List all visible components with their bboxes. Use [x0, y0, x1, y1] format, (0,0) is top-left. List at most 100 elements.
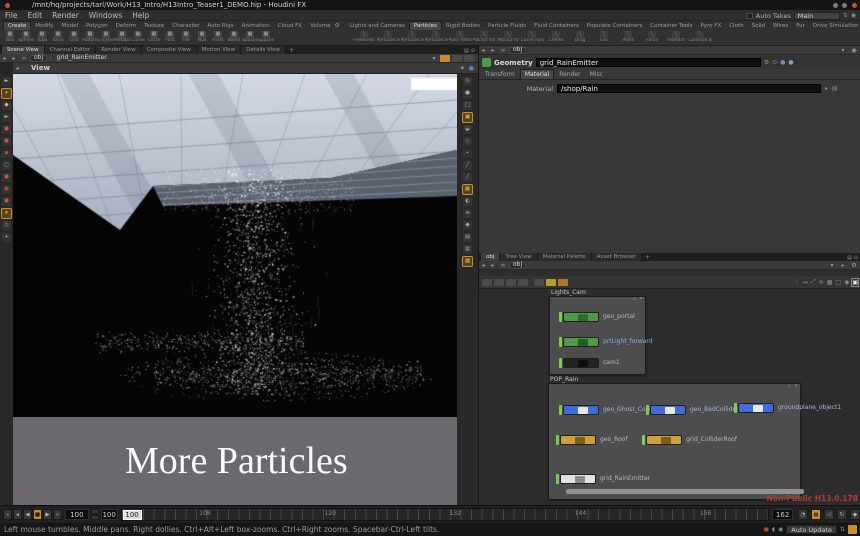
- points-display-icon[interactable]: ∙: [463, 149, 472, 158]
- node-flag[interactable]: [646, 405, 649, 415]
- realtime-toggle-icon[interactable]: ◔: [798, 509, 808, 520]
- pane-tab[interactable]: Composite View: [142, 46, 197, 54]
- shelf-tool[interactable]: ╲ Force: [640, 31, 664, 43]
- material-parm-field[interactable]: /shop/Rain: [557, 84, 821, 93]
- pane-tab[interactable]: obj: [481, 253, 500, 261]
- path-context-chip[interactable]: obj: [509, 47, 526, 54]
- net-gear-icon[interactable]: ⚙: [850, 262, 858, 269]
- group-list-icon[interactable]: ≡: [463, 209, 472, 218]
- normals-display-icon[interactable]: ╱: [463, 161, 472, 170]
- state-icon-d[interactable]: ◎: [2, 221, 11, 230]
- viewport-world-icon[interactable]: ●: [469, 65, 474, 72]
- timeline-ruler[interactable]: 100 108120132144156: [121, 508, 770, 521]
- shelf-tool[interactable]: ▦ L-system: [98, 31, 114, 43]
- shelf-tool[interactable]: ▦ Blend: [226, 31, 242, 43]
- param-tab[interactable]: Material: [520, 69, 554, 79]
- shelf-tool[interactable]: ▦ Metaball: [114, 31, 130, 43]
- menu-item[interactable]: File: [0, 11, 23, 20]
- pane-tab[interactable]: Material Palette: [538, 253, 592, 261]
- edit-state-icon[interactable]: ▪: [2, 149, 11, 158]
- net-wave-icon[interactable]: ≋: [819, 279, 824, 286]
- take-spinner-icon[interactable]: ⇅: [843, 12, 848, 19]
- shelf-tab[interactable]: Modify: [31, 22, 57, 30]
- shelf-tool[interactable]: ╲ Fan: [592, 31, 616, 43]
- path-dropdown-icon[interactable]: ▾: [828, 262, 836, 269]
- net-color-yellow-icon[interactable]: [546, 279, 556, 286]
- snap-state-icon[interactable]: ○: [2, 161, 11, 170]
- select-tool-icon[interactable]: ►: [2, 113, 11, 122]
- quality-icon[interactable]: ◇: [463, 137, 472, 146]
- sculpt-state-icon[interactable]: ●: [2, 137, 11, 146]
- menu-item[interactable]: Render: [47, 11, 84, 20]
- material-open-icon[interactable]: ▤: [832, 85, 838, 92]
- net-snapshot-icon[interactable]: [534, 279, 544, 286]
- snapshot-icon[interactable]: ▤: [463, 233, 472, 242]
- shelf-tool[interactable]: ╲ Comet: [544, 31, 568, 43]
- param-tab[interactable]: Misc: [586, 70, 607, 79]
- param-crosshair-icon[interactable]: ⊙: [772, 59, 777, 66]
- shelf-tool[interactable]: ╲ Interact: [664, 31, 688, 43]
- shelf-tool[interactable]: ▦ Platonic: [82, 31, 98, 43]
- display-options-icon[interactable]: ▩: [463, 257, 472, 266]
- net-zoomsel-icon[interactable]: ⤢: [811, 278, 816, 286]
- shelf-tab[interactable]: Character: [168, 22, 203, 30]
- shelf-tool[interactable]: ╲ Particles B: [376, 31, 400, 43]
- shelf-tool[interactable]: ▦ Spaceshi: [242, 31, 258, 43]
- cook-indicator-icon[interactable]: ◉: [778, 526, 783, 533]
- pin-icon[interactable]: ◉: [850, 47, 858, 54]
- frame-inc-button[interactable]: [91, 509, 99, 514]
- material-display-icon[interactable]: ◆: [463, 221, 472, 230]
- node-tile[interactable]: [738, 403, 774, 413]
- shelf-tab[interactable]: Polygon: [82, 22, 112, 30]
- node-tile[interactable]: [560, 474, 596, 484]
- shelf-tool[interactable]: ╲ Attract fro: [472, 31, 496, 43]
- view-tool-icon[interactable]: ►: [2, 77, 11, 86]
- node-tile[interactable]: [560, 435, 596, 445]
- pane-split-icon[interactable]: ▤: [847, 255, 852, 261]
- current-frame-field[interactable]: 100: [65, 509, 89, 520]
- shelf-tab[interactable]: Drive Simulation: [809, 22, 860, 30]
- stop-button[interactable]: ■: [33, 509, 42, 520]
- net-frame-icon[interactable]: ▣: [852, 279, 858, 286]
- net-layout-icon[interactable]: [506, 279, 516, 286]
- shelf-tool[interactable]: ▦ Torus: [50, 31, 66, 43]
- net-display-icon[interactable]: [494, 279, 504, 286]
- shelf-tab[interactable]: Volume: [306, 22, 334, 30]
- node-tile[interactable]: [563, 358, 599, 368]
- node-name-field[interactable]: grid_RainEmitter: [536, 58, 761, 67]
- path-dropdown-icon[interactable]: ▾: [430, 55, 438, 62]
- shelf-tab[interactable]: Wires: [769, 22, 792, 30]
- shelf-tab[interactable]: Cloud FX: [274, 22, 306, 30]
- camera-lock-icon[interactable]: [464, 55, 474, 62]
- shading-icon[interactable]: ●: [463, 89, 472, 98]
- viewport-layout-icon[interactable]: ✶: [460, 65, 465, 72]
- menu-item[interactable]: Help: [127, 11, 154, 20]
- key-icon[interactable]: ◆: [850, 509, 860, 520]
- lighting-icon[interactable]: ▣: [463, 113, 472, 122]
- update-mode-selector[interactable]: Auto Update: [786, 525, 837, 534]
- node-tile[interactable]: [563, 337, 599, 347]
- play-reverse-button[interactable]: ◀: [23, 509, 32, 520]
- shelf-tool[interactable]: ▦ Circle: [146, 31, 162, 43]
- state-icon-a[interactable]: ●: [2, 173, 11, 182]
- back-icon[interactable]: ◂: [479, 47, 487, 54]
- shelf-tab[interactable]: Deform: [112, 22, 140, 30]
- jump-end-button[interactable]: »: [53, 509, 62, 520]
- message-indicator-icon[interactable]: ●: [764, 526, 769, 533]
- path-context-chip[interactable]: obj: [509, 262, 526, 269]
- menu-item[interactable]: Windows: [84, 11, 127, 20]
- shelf-tool[interactable]: ▦ Spaceshi: [258, 31, 274, 43]
- path-context-chip[interactable]: obj: [30, 55, 47, 62]
- shelf-tab[interactable]: Populate Containers: [583, 22, 646, 30]
- handles-tool-icon[interactable]: ◆: [2, 101, 11, 110]
- pane-tab[interactable]: Details View: [241, 46, 286, 54]
- node-flag[interactable]: [559, 358, 562, 368]
- shelf-tool[interactable]: ╲ Particles B: [400, 31, 424, 43]
- shelf-tab[interactable]: Container Tools: [646, 22, 696, 30]
- memory-icon[interactable]: ▥: [463, 245, 472, 254]
- node-tile[interactable]: [646, 435, 682, 445]
- shelf-tool[interactable]: ▦ Null: [194, 31, 210, 43]
- shelf-tool[interactable]: ▦ Rivet: [210, 31, 226, 43]
- audio-icon[interactable]: ◁: [824, 509, 834, 520]
- move-tool-icon[interactable]: +: [2, 89, 11, 98]
